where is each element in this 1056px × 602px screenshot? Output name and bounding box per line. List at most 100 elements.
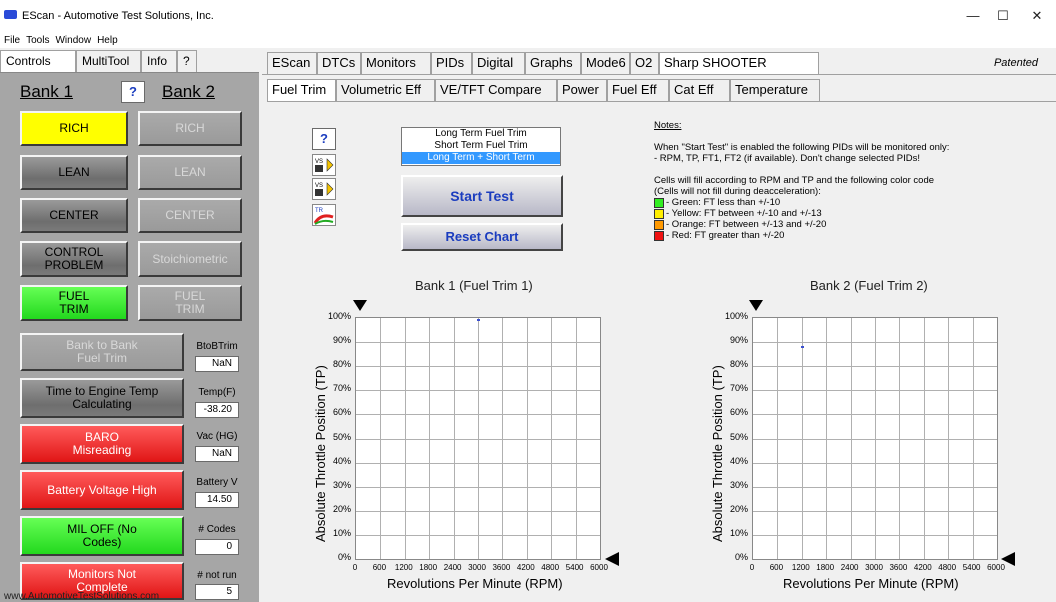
grid-line (356, 462, 600, 464)
tab-multitool[interactable]: MultiTool (76, 50, 141, 72)
x-tick-label: 5400 (962, 563, 981, 572)
engine-temp-indicator[interactable]: Time to Engine Temp Calculating (20, 378, 184, 418)
grid-line (753, 342, 997, 344)
bank-help-button[interactable]: ? (121, 81, 145, 103)
tab-volumetric-eff[interactable]: Volumetric Eff (336, 79, 435, 101)
lean-bank1-indicator[interactable]: LEAN (20, 155, 128, 190)
x-tick-label: 4200 (913, 563, 932, 572)
y-tick-label: 100% (724, 311, 748, 321)
chart-title: Bank 2 (Fuel Trim 2) (810, 278, 928, 293)
vs-icon-1[interactable]: VS (312, 154, 336, 176)
tab-ve-tft-compare[interactable]: VE/TFT Compare (435, 79, 557, 101)
start-test-button[interactable]: Start Test (401, 175, 563, 217)
x-tick-label: 1800 (816, 563, 835, 572)
center-bank2-indicator[interactable]: CENTER (138, 198, 242, 233)
x-tick-label: 2400 (840, 563, 859, 572)
bank2-plot-area[interactable] (752, 317, 998, 560)
x-tick-label: 1800 (419, 563, 438, 572)
codes-label: # Codes (198, 524, 236, 535)
bank-to-bank-indicator[interactable]: Bank to Bank Fuel Trim (20, 333, 184, 371)
tab-escan[interactable]: EScan (267, 52, 317, 74)
tab-power[interactable]: Power (557, 79, 607, 101)
btob-trim-value: NaN (195, 356, 239, 372)
rpm-marker-icon[interactable] (749, 300, 763, 311)
tab-temperature[interactable]: Temperature (730, 79, 820, 101)
vs-icon-2[interactable]: VS (312, 178, 336, 200)
legend-swatch-yellow (654, 208, 664, 219)
vac-label: Vac (HG) (196, 431, 238, 442)
tab-digital[interactable]: Digital (472, 52, 525, 74)
tab-pids[interactable]: PIDs (431, 52, 472, 74)
center-bank1-indicator[interactable]: CENTER (20, 198, 128, 233)
lean-bank2-indicator[interactable]: LEAN (138, 155, 242, 190)
rich-bank1-indicator[interactable]: RICH (20, 111, 128, 146)
fuel-trim-bank2-indicator[interactable]: FUEL TRIM (138, 285, 242, 321)
grid-line (356, 390, 600, 392)
menu-file[interactable]: File (4, 34, 20, 48)
website-link[interactable]: www.AutomotiveTestSolutions.com (4, 591, 159, 602)
control-problem-indicator[interactable]: CONTROL PROBLEM (20, 241, 128, 277)
tab-info[interactable]: Info (141, 50, 177, 72)
tr-icon[interactable]: TR (312, 204, 336, 226)
mode-option-long-plus-short[interactable]: Long Term + Short Term (402, 152, 560, 164)
codes-value: 0 (195, 539, 239, 555)
battery-voltage-indicator[interactable]: Battery Voltage High (20, 470, 184, 510)
minimize-button[interactable]: — (958, 6, 988, 26)
grid-line (356, 534, 600, 536)
fuel-trim-mode-list[interactable]: Long Term Fuel Trim Short Term Fuel Trim… (401, 127, 561, 166)
menu-window[interactable]: Window (55, 34, 91, 48)
bank1-header[interactable]: Bank 1 (20, 82, 73, 102)
fuel-trim-bank1-indicator[interactable]: FUEL TRIM (20, 285, 128, 321)
tab-mode6[interactable]: Mode6 (581, 52, 630, 74)
x-tick-label: 0 (352, 563, 358, 572)
tab-o2[interactable]: O2 (630, 52, 659, 74)
svg-text:VS: VS (315, 159, 323, 165)
rpm-marker-icon[interactable] (353, 300, 367, 311)
notes-title: Notes: (654, 120, 682, 131)
tab-fuel-trim[interactable]: Fuel Trim (267, 79, 336, 101)
rich-bank2-indicator[interactable]: RICH (138, 111, 242, 146)
not-run-value: 5 (195, 584, 239, 600)
tab-controls[interactable]: Controls (0, 50, 76, 72)
legend-swatch-orange (654, 219, 664, 230)
y-tick-label: 80% (332, 359, 351, 370)
grid-line (753, 366, 997, 368)
mil-indicator[interactable]: MIL OFF (No Codes) (20, 516, 184, 556)
tab-cat-eff[interactable]: Cat Eff (669, 79, 730, 101)
notes-line: Cells will fill according to RPM and TP … (654, 175, 935, 186)
grid-line (356, 342, 600, 344)
battery-label: Battery V (196, 477, 238, 488)
grid-line (753, 486, 997, 488)
menu-help[interactable]: Help (97, 34, 118, 48)
reset-chart-button[interactable]: Reset Chart (401, 223, 563, 251)
bank1-plot-area[interactable] (355, 317, 601, 560)
mode-option-short-term[interactable]: Short Term Fuel Trim (402, 140, 560, 152)
tab-sharp-shooter[interactable]: Sharp SHOOTER (659, 52, 819, 74)
notes-panel: Notes: When "Start Test" is enabled the … (654, 120, 1014, 241)
tab-monitors[interactable]: Monitors (361, 52, 431, 74)
y-tick-label: 0% (734, 552, 748, 562)
grid-line (753, 534, 997, 536)
baro-indicator[interactable]: BARO Misreading (20, 424, 184, 464)
legend-text: - Orange: FT between +/-13 and +/-20 (666, 219, 827, 230)
x-tick-label: 3000 (468, 563, 486, 572)
y-tick-label: 30% (332, 479, 351, 490)
y-tick-label: 100% (327, 311, 351, 321)
menu-tools[interactable]: Tools (26, 34, 49, 48)
x-tick-label: 6000 (987, 563, 1005, 572)
grid-line (356, 510, 600, 512)
x-tick-label: 4800 (541, 563, 560, 572)
fuel-trim-help-button[interactable]: ? (312, 128, 336, 150)
maximize-button[interactable]: ☐ (988, 6, 1018, 26)
tab-help[interactable]: ? (177, 50, 197, 72)
tab-dtcs[interactable]: DTCs (317, 52, 361, 74)
mode-option-long-term[interactable]: Long Term Fuel Trim (402, 128, 560, 140)
bank2-header[interactable]: Bank 2 (162, 82, 215, 102)
x-tick-label: 1200 (394, 563, 413, 572)
app-window: EScan - Automotive Test Solutions, Inc. … (0, 0, 1056, 602)
tab-fuel-eff[interactable]: Fuel Eff (607, 79, 669, 101)
y-tick-label: 20% (729, 503, 748, 514)
close-button[interactable]: ✕ (1022, 6, 1052, 26)
stoichiometric-indicator[interactable]: Stoichiometric (138, 241, 242, 277)
tab-graphs[interactable]: Graphs (525, 52, 581, 74)
